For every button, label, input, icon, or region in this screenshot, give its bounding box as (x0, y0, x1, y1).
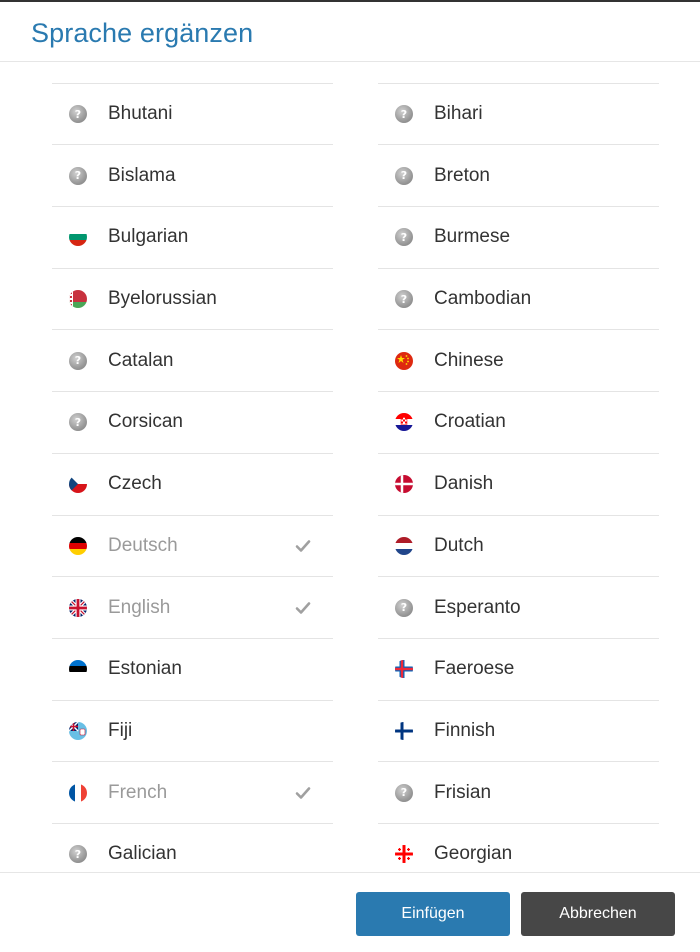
dialog-footer: Einfügen Abbrechen (0, 872, 700, 952)
language-item-croatian[interactable]: Croatian (378, 392, 659, 454)
language-label: Frisian (434, 781, 492, 803)
language-item-dutch[interactable]: Dutch (378, 516, 659, 578)
language-label: Faeroese (434, 658, 515, 680)
language-label: Bhutani (108, 103, 173, 125)
unknown-flag-icon: ? (69, 351, 87, 370)
faroe-flag-icon (395, 660, 413, 679)
language-label: Byelorussian (108, 288, 217, 310)
unknown-flag-icon: ? (395, 228, 413, 247)
language-label: Croatian (434, 411, 506, 433)
language-item-galician[interactable]: ? Galician (52, 824, 333, 872)
language-label: English (108, 596, 171, 618)
checkmark-icon (295, 785, 311, 801)
language-label: Basque (108, 62, 172, 63)
unknown-flag-icon: ? (69, 845, 87, 864)
language-item-estonian[interactable]: Estonian (52, 639, 333, 701)
language-item-basque[interactable]: Basque (52, 62, 333, 84)
uk-flag-icon (69, 598, 87, 617)
unknown-flag-icon: ? (395, 290, 413, 309)
language-item-breton[interactable]: ? Breton (378, 145, 659, 208)
language-label: Esperanto (434, 596, 521, 618)
language-label: Cambodian (434, 288, 532, 310)
language-item-byelorussian[interactable]: Byelorussian (52, 269, 333, 331)
language-label: Burmese (434, 226, 511, 248)
bulgaria-flag-icon (69, 228, 87, 247)
language-label: French (108, 781, 168, 803)
language-label: Galician (108, 843, 177, 865)
language-label: Bulgarian (108, 226, 189, 248)
language-item-bislama[interactable]: ? Bislama (52, 145, 333, 208)
france-flag-icon (69, 783, 87, 802)
language-label: Corsican (108, 411, 183, 433)
language-item-french[interactable]: French (52, 762, 333, 824)
language-label: Finnish (434, 719, 496, 741)
unknown-flag-icon: ? (395, 598, 413, 617)
language-label: Deutsch (108, 534, 178, 556)
unknown-flag-icon: ? (69, 413, 87, 432)
unknown-flag-icon: ? (395, 105, 413, 124)
netherlands-flag-icon (395, 536, 413, 555)
language-label: Georgian (434, 843, 513, 865)
language-item-english[interactable]: English (52, 577, 333, 639)
language-item-catalan[interactable]: ? Catalan (52, 330, 333, 393)
language-item-cambodian[interactable]: ? Cambodian (378, 269, 659, 331)
language-item-deutsch[interactable]: Deutsch (52, 516, 333, 578)
china-flag-icon (395, 351, 413, 370)
language-item-fiji[interactable]: Fiji (52, 701, 333, 763)
germany-flag-icon (69, 536, 87, 555)
language-label: Bislama (108, 164, 176, 186)
language-item-georgian[interactable]: Georgian (378, 824, 659, 872)
language-label: Danish (434, 473, 494, 495)
language-item-bhutani[interactable]: ? Bhutani (52, 84, 333, 146)
language-label: Breton (434, 164, 490, 186)
georgia-flag-icon (395, 845, 413, 864)
language-label: Czech (108, 473, 162, 495)
language-item-czech[interactable]: Czech (52, 454, 333, 516)
czech-flag-icon (69, 475, 87, 494)
language-item-finnish[interactable]: Finnish (378, 701, 659, 763)
language-item-danish[interactable]: Danish (378, 454, 659, 516)
language-label: Bihari (434, 103, 483, 125)
unknown-flag-icon: ? (395, 166, 413, 185)
language-item-chinese[interactable]: Chinese (378, 330, 659, 393)
estonia-flag-icon (69, 660, 87, 679)
language-label: Catalan (108, 349, 174, 371)
unknown-flag-icon: ? (69, 166, 87, 185)
language-column-right: Bengali/Bangla? Bihari? Breton? Burmese? Cam… (378, 62, 659, 872)
add-language-dialog: Sprache ergänzen Basque?Bhutani?BislamaB… (0, 0, 700, 952)
language-item-burmese[interactable]: ? Burmese (378, 207, 659, 269)
language-item-frisian[interactable]: ? Frisian (378, 762, 659, 824)
language-item-bulgarian[interactable]: Bulgarian (52, 207, 333, 269)
belarus-flag-icon (69, 290, 87, 309)
language-label: Dutch (434, 534, 484, 556)
denmark-flag-icon (395, 475, 413, 494)
fiji-flag-icon (69, 721, 87, 740)
language-label: Chinese (434, 349, 504, 371)
language-label: Estonian (108, 658, 182, 680)
croatia-flag-icon (395, 413, 413, 432)
language-item-faeroese[interactable]: Faeroese (378, 639, 659, 701)
checkmark-icon (295, 538, 311, 554)
language-item-corsican[interactable]: ? Corsican (52, 392, 333, 454)
language-column-left: Basque? Bhutani? Bislama Bulgarian Byeloruss… (52, 62, 333, 872)
dialog-header: Sprache ergänzen (0, 2, 700, 62)
cancel-button[interactable]: Abbrechen (521, 892, 675, 936)
insert-button[interactable]: Einfügen (356, 892, 510, 936)
language-label: Bengali/Bangla (434, 62, 562, 63)
finland-flag-icon (395, 721, 413, 740)
checkmark-icon (295, 600, 311, 616)
language-label: Fiji (108, 719, 133, 741)
language-item-bengali-bangla[interactable]: Bengali/Bangla (378, 62, 659, 84)
language-list-scroll-area[interactable]: Basque? Bhutani? Bislama Bulgarian Byeloruss… (0, 62, 700, 872)
dialog-title: Sprache ergänzen (31, 18, 254, 48)
language-item-esperanto[interactable]: ? Esperanto (378, 577, 659, 639)
language-item-bihari[interactable]: ? Bihari (378, 84, 659, 146)
unknown-flag-icon: ? (395, 783, 413, 802)
unknown-flag-icon: ? (69, 105, 87, 124)
